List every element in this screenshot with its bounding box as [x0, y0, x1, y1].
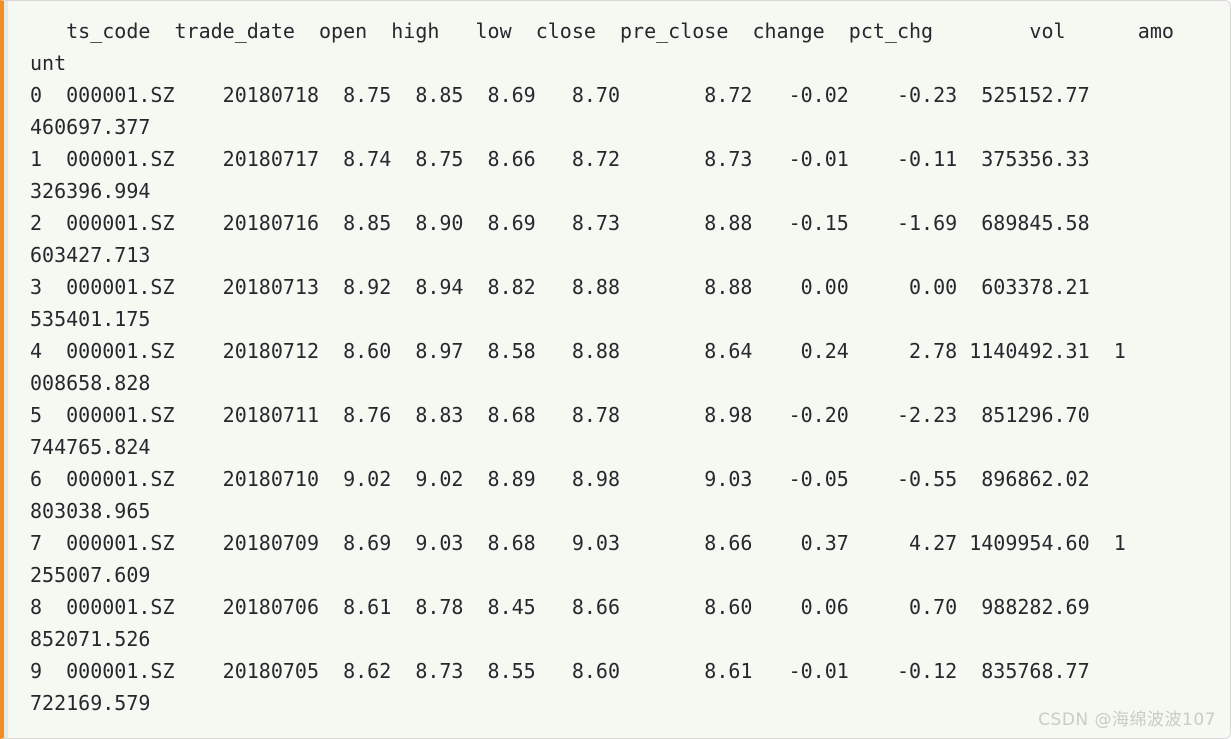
- console-line: 603427.713: [30, 243, 151, 267]
- console-line: 852071.526: [30, 627, 151, 651]
- console-line: 744765.824: [30, 435, 151, 459]
- console-line: 326396.994: [30, 179, 151, 203]
- console-line: 2 000001.SZ 20180716 8.85 8.90 8.69 8.73…: [30, 211, 1198, 235]
- dataframe-console-output[interactable]: ts_code trade_date open high low close p…: [30, 15, 1230, 719]
- console-line: 803038.965: [30, 499, 151, 523]
- console-line: 3 000001.SZ 20180713 8.92 8.94 8.82 8.88…: [30, 275, 1198, 299]
- console-line: 255007.609: [30, 563, 151, 587]
- console-line: 1 000001.SZ 20180717 8.74 8.75 8.66 8.72…: [30, 147, 1198, 171]
- console-line: 535401.175: [30, 307, 151, 331]
- code-gutter-strip: [4, 1, 8, 738]
- console-line: ts_code trade_date open high low close p…: [30, 19, 1174, 43]
- console-line: 6 000001.SZ 20180710 9.02 9.02 8.89 8.98…: [30, 467, 1198, 491]
- csdn-watermark: CSDN @海绵波波107: [1038, 710, 1216, 730]
- console-line: 9 000001.SZ 20180705 8.62 8.73 8.55 8.60…: [30, 659, 1198, 683]
- code-output-panel: ts_code trade_date open high low close p…: [0, 0, 1231, 739]
- console-line: 4 000001.SZ 20180712 8.60 8.97 8.58 8.88…: [30, 339, 1126, 363]
- console-line: 7 000001.SZ 20180709 8.69 9.03 8.68 9.03…: [30, 531, 1126, 555]
- console-line: 460697.377: [30, 115, 151, 139]
- console-line: 5 000001.SZ 20180711 8.76 8.83 8.68 8.78…: [30, 403, 1198, 427]
- console-line: 8 000001.SZ 20180706 8.61 8.78 8.45 8.66…: [30, 595, 1198, 619]
- console-line: 008658.828: [30, 371, 151, 395]
- console-line: 0 000001.SZ 20180718 8.75 8.85 8.69 8.70…: [30, 83, 1198, 107]
- console-line: unt: [30, 51, 67, 75]
